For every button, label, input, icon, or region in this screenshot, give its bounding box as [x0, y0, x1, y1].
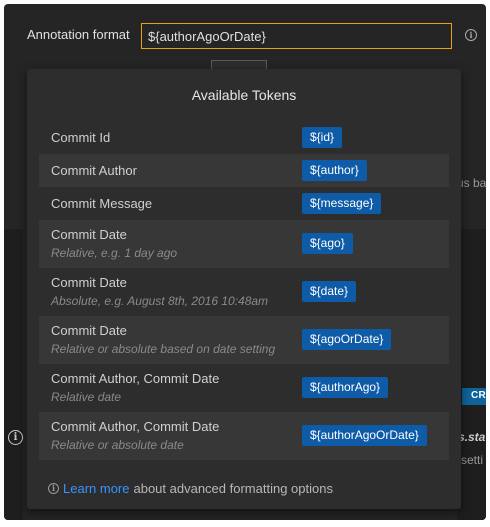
- token-label: Commit Id: [51, 129, 111, 145]
- token-chip[interactable]: ${message}: [302, 193, 382, 214]
- annotation-format-label: Annotation format: [27, 27, 130, 42]
- token-label: Commit Author, Commit Date: [51, 371, 220, 386]
- token-chip[interactable]: ${authorAgo}: [302, 377, 389, 398]
- token-row: Commit Author, Commit Date Relative or a…: [39, 412, 449, 460]
- token-description: Absolute, e.g. August 8th, 2016 10:48am: [51, 294, 269, 308]
- token-label: Commit Date: [51, 275, 127, 290]
- info-icon: i: [48, 483, 59, 494]
- popup-title: Available Tokens: [191, 87, 297, 103]
- token-label: Commit Author: [51, 162, 137, 178]
- settings-panel: us ba CRL s.sta setti i Annotation forma…: [4, 4, 486, 520]
- token-label: Commit Message: [51, 195, 153, 211]
- token-row: Commit Message ${message}: [39, 187, 449, 220]
- token-description: Relative or absolute based on date setti…: [51, 342, 276, 356]
- token-chip[interactable]: ${id}: [302, 127, 343, 148]
- token-chip[interactable]: ${date}: [302, 281, 357, 302]
- token-row: Commit Date Absolute, e.g. August 8th, 2…: [39, 268, 449, 316]
- learn-more-link[interactable]: Learn more: [63, 481, 129, 496]
- background-panel-right: [457, 229, 486, 520]
- token-label: Commit Date: [51, 227, 127, 242]
- token-row: Commit Author ${author}: [39, 154, 449, 187]
- info-icon[interactable]: i: [465, 29, 477, 41]
- token-chip[interactable]: ${agoOrDate}: [302, 329, 392, 350]
- background-text: s.sta: [458, 430, 486, 444]
- background-text: us ba: [457, 176, 486, 190]
- token-row: Commit Date Relative or absolute based o…: [39, 316, 449, 364]
- background-text: setti: [461, 453, 484, 467]
- annotation-format-input[interactable]: [141, 23, 452, 49]
- token-label: Commit Author, Commit Date: [51, 419, 220, 434]
- token-chip[interactable]: ${ago}: [302, 233, 353, 254]
- token-chip[interactable]: ${author}: [302, 160, 367, 181]
- token-row: Commit Author, Commit Date Relative date…: [39, 364, 449, 412]
- token-description: Relative date: [51, 390, 122, 404]
- info-icon[interactable]: i: [8, 430, 23, 445]
- footer-text: about advanced formatting options: [133, 481, 333, 496]
- background-badge: CRL: [462, 388, 486, 405]
- available-tokens-popup: Available Tokens Commit Id ${id} Commit …: [27, 69, 461, 509]
- token-label: Commit Date: [51, 323, 127, 338]
- token-description: Relative or absolute date: [51, 438, 184, 452]
- token-row: Commit Date Relative, e.g. 1 day ago ${a…: [39, 220, 449, 268]
- background-panel: [4, 229, 23, 520]
- tokens-list: Commit Id ${id} Commit Author ${author} …: [39, 121, 449, 460]
- popup-footer: i Learn more about advanced formatting o…: [48, 481, 333, 496]
- token-row: Commit Id ${id}: [39, 121, 449, 154]
- token-description: Relative, e.g. 1 day ago: [51, 246, 178, 260]
- token-chip[interactable]: ${authorAgoOrDate}: [302, 425, 427, 446]
